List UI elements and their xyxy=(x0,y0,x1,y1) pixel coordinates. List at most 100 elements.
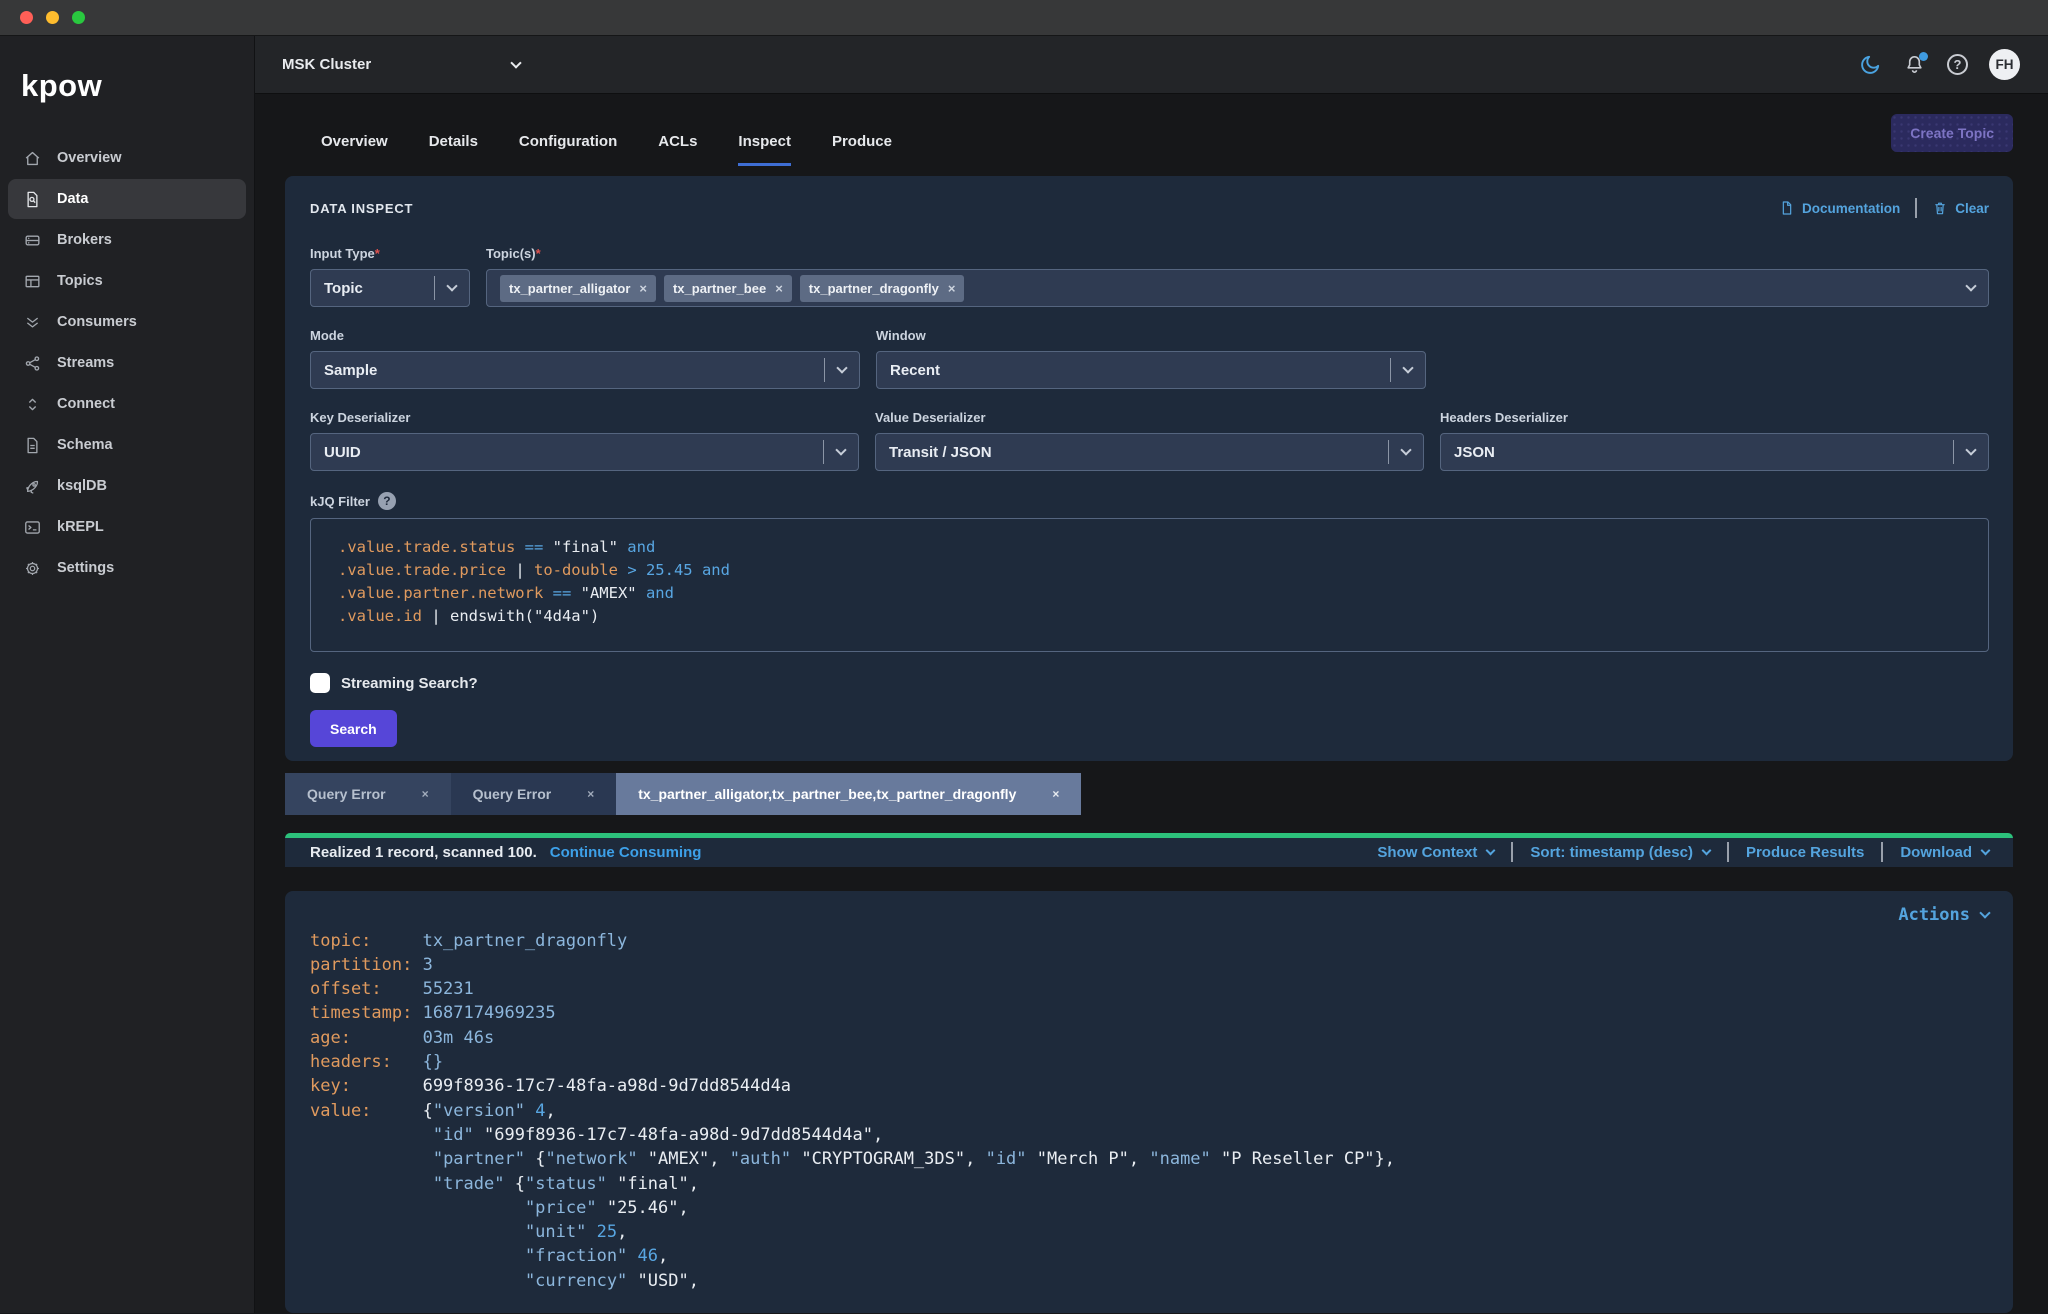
home-icon xyxy=(22,148,42,168)
sidebar-item[interactable]: Streams xyxy=(8,343,246,383)
data-inspect-panel: DATA INSPECT Documentation Clear Input T… xyxy=(285,176,2013,761)
input-type-select[interactable]: Topic xyxy=(310,269,470,307)
create-topic-button[interactable]: Create Topic xyxy=(1891,114,2013,152)
code-token: "AMEX", xyxy=(637,1149,730,1170)
produce-results-link[interactable]: Produce Results xyxy=(1746,844,1864,861)
tab[interactable]: Configuration xyxy=(519,133,617,166)
share-icon xyxy=(22,353,42,373)
chevron-down-icon xyxy=(1485,845,1496,856)
gear-icon xyxy=(22,558,42,578)
avatar[interactable]: FH xyxy=(1989,49,2020,80)
value-deserializer-select[interactable]: Transit / JSON xyxy=(875,433,1424,471)
code-token: "fraction" xyxy=(524,1246,628,1267)
results-toolbar: Realized 1 record, scanned 100. Continue… xyxy=(285,837,2013,867)
show-context-dropdown[interactable]: Show Context xyxy=(1377,844,1496,861)
code-token: "Merch P", xyxy=(1026,1149,1150,1170)
sidebar-item[interactable]: ksqlDB xyxy=(8,466,246,506)
sidebar-item[interactable]: Brokers xyxy=(8,220,246,260)
help-icon[interactable]: ? xyxy=(377,492,396,510)
help-button[interactable]: ? xyxy=(1947,54,1968,75)
close-icon[interactable]: × xyxy=(948,281,956,296)
sidebar-item[interactable]: Overview xyxy=(8,138,246,178)
notifications-button[interactable] xyxy=(1903,52,1928,76)
moon-icon xyxy=(1861,55,1880,74)
code-token: 4 xyxy=(535,1100,546,1121)
close-window-button[interactable] xyxy=(20,11,33,24)
streaming-search-label: Streaming Search? xyxy=(341,674,478,692)
clear-link[interactable]: Clear xyxy=(1932,200,1989,216)
documentation-link[interactable]: Documentation xyxy=(1779,200,1900,216)
code-token: "AMEX" xyxy=(580,584,637,602)
window-select[interactable]: Recent xyxy=(876,351,1426,389)
sidebar-item[interactable]: Data xyxy=(8,179,246,219)
minimize-window-button[interactable] xyxy=(46,11,59,24)
kjq-filter-editor[interactable]: .value.trade.status == "final" and .valu… xyxy=(310,518,1989,652)
code-token: "network" xyxy=(545,1149,638,1170)
question-icon: ? xyxy=(1947,54,1968,75)
chevron-down-icon xyxy=(836,362,848,374)
server-icon xyxy=(22,230,42,250)
tab[interactable]: Inspect xyxy=(738,133,791,166)
sidebar-item[interactable]: Connect xyxy=(8,384,246,424)
trash-icon xyxy=(1935,202,1945,215)
mode-label: Mode xyxy=(310,328,344,343)
sort-dropdown[interactable]: Sort: timestamp (desc) xyxy=(1530,844,1712,861)
maximize-window-button[interactable] xyxy=(72,11,85,24)
result-tab[interactable]: tx_partner_alligator,tx_partner_bee,tx_p… xyxy=(616,773,1082,815)
result-tab[interactable]: Query Error × xyxy=(450,773,617,815)
divider xyxy=(1881,842,1884,863)
cluster-selector[interactable]: MSK Cluster xyxy=(282,56,522,73)
search-button[interactable]: Search xyxy=(310,710,397,747)
topic-chip[interactable]: tx_partner_bee × xyxy=(663,274,792,302)
continue-consuming-link[interactable]: Continue Consuming xyxy=(550,844,702,861)
download-dropdown[interactable]: Download xyxy=(1900,844,1991,861)
topic-chip[interactable]: tx_partner_alligator × xyxy=(500,274,656,302)
cluster-selector-label: MSK Cluster xyxy=(282,56,372,73)
close-icon[interactable]: × xyxy=(422,787,429,801)
divider xyxy=(1511,842,1514,863)
tab[interactable]: Overview xyxy=(321,133,388,166)
sidebar-item[interactable]: Schema xyxy=(8,425,246,465)
code-token: "trade" xyxy=(432,1173,505,1194)
close-icon[interactable]: × xyxy=(1052,787,1059,801)
record-field-label: headers: xyxy=(310,1052,392,1073)
chevron-down-icon xyxy=(835,444,847,456)
topbar: MSK Cluster ? FH xyxy=(255,36,2048,94)
topics-multiselect[interactable]: tx_partner_alligator × tx_partner_bee × xyxy=(486,269,1989,307)
code-token: {} xyxy=(422,1052,444,1073)
code-token: .value.trade.status xyxy=(338,538,516,556)
sidebar-item[interactable]: kREPL xyxy=(8,507,246,547)
tab[interactable]: ACLs xyxy=(658,133,697,166)
result-tab[interactable]: Query Error × xyxy=(285,773,451,815)
close-icon[interactable]: × xyxy=(587,787,594,801)
terminal-icon xyxy=(22,517,42,537)
mode-select[interactable]: Sample xyxy=(310,351,860,389)
key-deserializer-select[interactable]: UUID xyxy=(310,433,859,471)
sidebar-item[interactable]: Topics xyxy=(8,261,246,301)
record-field-label: key: xyxy=(310,1076,351,1097)
sidebar-item[interactable]: Consumers xyxy=(8,302,246,342)
result-tabs: Query Error × Query Error × tx_partner_a… xyxy=(285,773,2013,815)
headers-deserializer-select[interactable]: JSON xyxy=(1440,433,1989,471)
close-icon[interactable]: × xyxy=(639,281,647,296)
close-icon[interactable]: × xyxy=(775,281,783,296)
panel-title: DATA INSPECT xyxy=(310,200,414,216)
topic-chips: tx_partner_alligator × tx_partner_bee × xyxy=(500,274,965,302)
actions-dropdown[interactable]: Actions xyxy=(310,905,1991,925)
code-token: and xyxy=(636,584,674,602)
required-mark: * xyxy=(535,246,541,261)
tab[interactable]: Details xyxy=(429,133,478,166)
code-token: > 25.45 and xyxy=(617,561,730,579)
streaming-search-checkbox[interactable] xyxy=(310,673,330,693)
sidebar-item[interactable]: Settings xyxy=(8,548,246,588)
dark-mode-toggle[interactable] xyxy=(1859,53,1882,76)
record-field-label: offset: xyxy=(310,979,382,1000)
code-token: 55231 xyxy=(422,979,474,1000)
tab[interactable]: Produce xyxy=(832,133,892,166)
code-token: "partner" xyxy=(432,1149,525,1170)
topic-chip[interactable]: tx_partner_dragonfly × xyxy=(799,274,965,302)
